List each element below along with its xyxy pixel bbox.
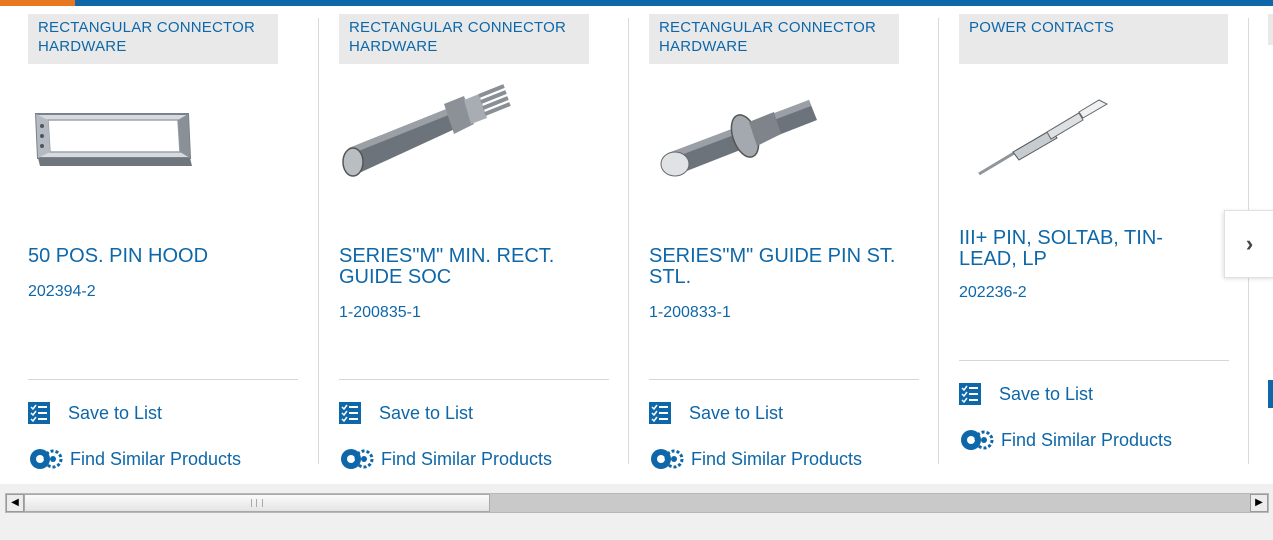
card-divider [938,18,939,464]
chevron-right-icon: › [1245,231,1254,256]
save-to-list-label: Save to List [379,402,474,423]
checklist-icon [339,402,361,424]
gears-icon [341,449,374,469]
checklist-icon [959,383,981,405]
gears-icon [961,430,994,450]
product-card: RECTANGULAR CONNECTOR HARDWARE SERIES"M"… [649,6,919,484]
scroll-left-arrow-icon[interactable]: ◀ [6,494,24,512]
category-label[interactable]: RECTANGULAR CONNECTOR HARDWARE [28,14,278,64]
card-divider [318,18,319,464]
pin-hood-image[interactable] [28,78,228,198]
next-card-peek [1268,14,1273,45]
divider [28,379,298,380]
save-to-list-button[interactable]: Save to List [28,400,162,426]
part-number[interactable]: 202236-2 [959,284,1027,302]
grip-icon [251,499,263,507]
find-similar-button[interactable]: Find Similar Products [339,446,552,472]
divider [339,379,609,380]
category-label[interactable]: POWER CONTACTS [959,14,1228,64]
save-to-list-button[interactable]: Save to List [959,381,1093,407]
power-contact-pin-image[interactable] [959,78,1159,198]
category-label[interactable]: RECTANGULAR CONNECTOR HARDWARE [339,14,589,64]
find-similar-button[interactable]: Find Similar Products [649,446,862,472]
divider [959,360,1229,361]
save-to-list-button[interactable]: Save to List [649,400,783,426]
carousel-next-button[interactable]: › [1224,210,1273,278]
part-number[interactable]: 1-200833-1 [649,304,731,322]
guide-socket-image[interactable] [339,78,539,198]
card-divider [628,18,629,464]
scrollbar-thumb[interactable] [24,494,490,512]
category-label[interactable]: RECTANGULAR CONNECTOR HARDWARE [649,14,899,64]
find-similar-label: Find Similar Products [691,448,863,469]
find-similar-label: Find Similar Products [70,448,242,469]
next-card-save-icon-peek [1268,380,1273,408]
product-carousel: RECTANGULAR CONNECTOR HARDWARE 50 POS. P… [0,0,1273,484]
find-similar-button[interactable]: Find Similar Products [28,446,241,472]
save-to-list-button[interactable]: Save to List [339,400,473,426]
scrollbar-track[interactable] [490,494,1250,512]
gears-icon [651,449,684,469]
product-card: RECTANGULAR CONNECTOR HARDWARE 50 POS. P… [28,6,298,484]
checklist-icon [28,402,50,424]
checklist-icon [649,402,671,424]
part-number[interactable]: 202394-2 [28,283,96,301]
product-title[interactable]: SERIES"M" GUIDE PIN ST. STL. [649,246,899,288]
guide-pin-image[interactable] [649,78,849,198]
product-title[interactable]: SERIES"M" MIN. RECT. GUIDE SOC [339,246,589,288]
gears-icon [30,449,63,469]
scroll-right-arrow-icon[interactable]: ▶ [1250,494,1268,512]
find-similar-label: Find Similar Products [1001,429,1173,450]
horizontal-scrollbar[interactable]: ◀ ▶ [5,493,1269,513]
find-similar-button[interactable]: Find Similar Products [959,427,1172,453]
product-card: RECTANGULAR CONNECTOR HARDWARE SERIES"M"… [339,6,609,484]
save-to-list-label: Save to List [68,402,163,423]
divider [649,379,919,380]
product-title[interactable]: III+ PIN, SOLTAB, TIN-LEAD, LP [959,228,1209,270]
find-similar-label: Find Similar Products [381,448,553,469]
part-number[interactable]: 1-200835-1 [339,304,421,322]
save-to-list-label: Save to List [999,383,1094,404]
product-card: POWER CONTACTS III+ PIN, SOLTAB, TIN-LEA… [959,6,1229,484]
product-title[interactable]: 50 POS. PIN HOOD [28,246,278,267]
save-to-list-label: Save to List [689,402,784,423]
